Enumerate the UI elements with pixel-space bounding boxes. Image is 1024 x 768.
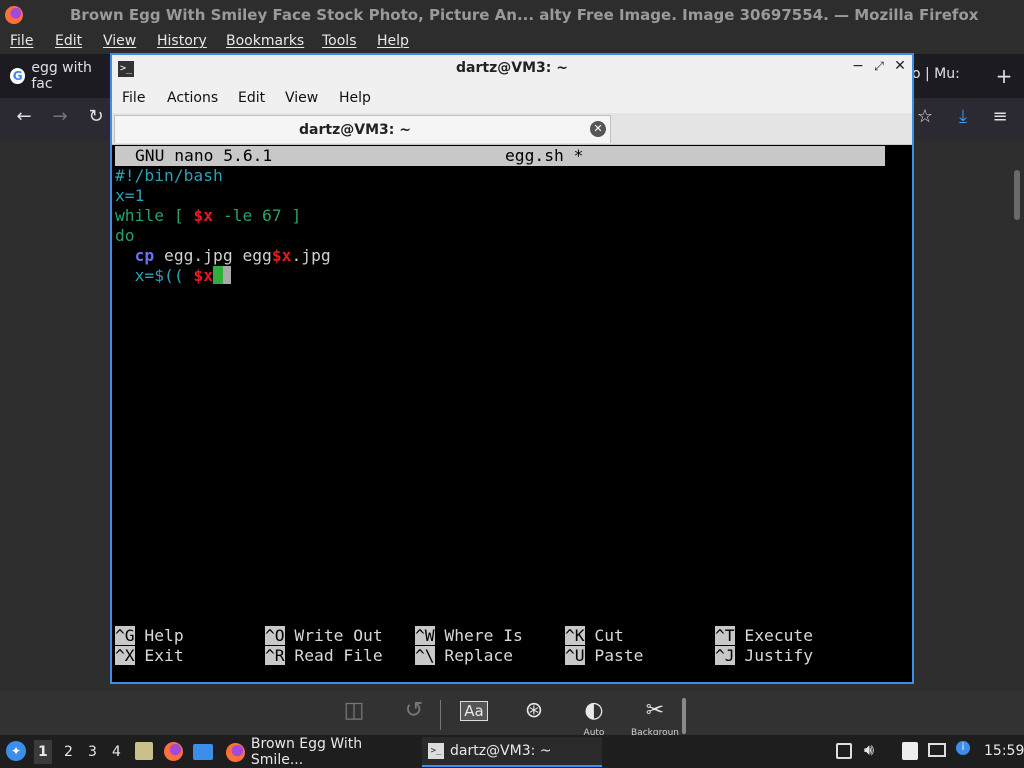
firefox-window-icon [226, 742, 245, 762]
firefox-window-title: Brown Egg With Smiley Face Stock Photo, … [70, 6, 979, 24]
code-line-1: #!/bin/bash [115, 166, 223, 185]
taskbar-terminal-window[interactable]: >_ dartz@VM3: ~ [422, 737, 602, 767]
ff-menu-edit[interactable]: Edit [55, 33, 82, 49]
workspace-2[interactable]: 2 [64, 744, 73, 760]
info-icon[interactable]: i [956, 741, 970, 755]
ff-menu-history[interactable]: History [157, 33, 207, 49]
firefox-tab-label: egg with fac [31, 60, 92, 92]
tab-close-icon[interactable]: ✕ [590, 121, 606, 137]
toolbar-handle[interactable] [682, 698, 686, 734]
workspace-1[interactable]: 1 [34, 740, 52, 764]
shortcut-write-out: ^O Write Out [265, 626, 383, 645]
shortcut-help: ^G Help [115, 626, 184, 645]
maximize-icon[interactable]: ⤢ [870, 59, 888, 74]
term-menu-file[interactable]: File [122, 90, 145, 106]
firefox-logo-icon [5, 6, 23, 24]
firefox-tab-other[interactable]: o | Mu: [912, 66, 960, 82]
terminal-tab[interactable]: dartz@VM3: ~ ✕ [114, 115, 611, 143]
volume-icon[interactable]: 🔊︎ [864, 740, 874, 760]
minimize-icon[interactable]: − [849, 58, 867, 74]
terminal-tab-strip: dartz@VM3: ~ ✕ [112, 113, 912, 145]
brightness-icon[interactable]: ◐ [574, 698, 614, 723]
terminal-title-bar[interactable]: >_ dartz@VM3: ~ − ⤢ ✕ [112, 55, 912, 83]
term-menu-help[interactable]: Help [339, 90, 371, 106]
code-line-5: cp egg.jpg egg$x.jpg [134, 246, 331, 265]
hamburger-menu-icon[interactable]: ≡ [988, 106, 1012, 127]
shortcut-justify: ^J Justify [715, 646, 814, 665]
term-menu-actions[interactable]: Actions [167, 90, 218, 106]
google-icon: G [10, 68, 26, 84]
cursor-shadow [223, 266, 232, 284]
compare-icon[interactable]: ◫ [334, 698, 374, 723]
nano-editor[interactable]: GNU nano 5.6.1 egg.sh * #!/bin/bash x=1 w… [112, 145, 912, 682]
firefox-menubar: File Edit View History Bookmarks Tools H… [0, 30, 1024, 54]
workspace-3[interactable]: 3 [88, 744, 97, 760]
terminal-menubar: File Actions Edit View Help [112, 83, 912, 113]
ff-menu-file[interactable]: File [10, 33, 33, 49]
text-cursor [213, 266, 224, 284]
image-toolbar [0, 690, 1024, 735]
code-line-6: x=$(( $x [115, 266, 232, 286]
terminal-window: >_ dartz@VM3: ~ − ⤢ ✕ File Actions Edit … [110, 53, 914, 684]
notes-icon[interactable] [902, 742, 918, 760]
reload-icon[interactable]: ↻ [84, 106, 108, 127]
taskbar-firefox-window[interactable]: Brown Egg With Smile... [222, 736, 418, 768]
code-line-4: do [115, 226, 135, 245]
shortcut-execute: ^T Execute [715, 626, 814, 645]
taskbar: ✦ 1 2 3 4 Brown Egg With Smile... >_ dar… [0, 735, 1024, 768]
nano-header: GNU nano 5.6.1 egg.sh * [115, 146, 885, 166]
network-icon[interactable] [928, 743, 946, 757]
shortcut-where-is: ^W Where Is [415, 626, 523, 645]
download-icon[interactable]: ⤓ [951, 106, 975, 127]
firefox-launcher-icon[interactable] [164, 742, 183, 761]
forward-icon[interactable]: → [48, 106, 72, 127]
ff-menu-help[interactable]: Help [377, 33, 409, 49]
taskbar-firefox-label: Brown Egg With Smile... [250, 736, 363, 768]
term-menu-edit[interactable]: Edit [238, 90, 265, 106]
shortcut-cut: ^K Cut [565, 626, 624, 645]
close-icon[interactable]: ✕ [891, 58, 909, 74]
terminal-tab-label: dartz@VM3: ~ [299, 122, 411, 138]
ff-menu-view[interactable]: View [103, 33, 136, 49]
code-line-3: while [ $x -le 67 ] [115, 206, 302, 225]
shortcut-read-file: ^R Read File [265, 646, 383, 665]
ff-menu-tools[interactable]: Tools [322, 33, 357, 49]
workspace-4[interactable]: 4 [112, 744, 121, 760]
shortcut-paste: ^U Paste [565, 646, 644, 665]
ff-menu-bookmarks[interactable]: Bookmarks [226, 33, 304, 49]
page-scrollbar[interactable] [1014, 170, 1020, 220]
text-icon[interactable]: Aa [454, 701, 494, 721]
start-menu-icon[interactable]: ✦ [6, 741, 26, 761]
desktop-icon[interactable] [193, 744, 213, 760]
new-tab-icon[interactable]: + [992, 64, 1016, 88]
terminal-window-icon: >_ [428, 743, 444, 759]
undo-icon[interactable]: ↺ [394, 698, 434, 723]
shortcut-replace: ^\ Replace [415, 646, 514, 665]
shortcut-exit: ^X Exit [115, 646, 184, 665]
bookmark-star-icon[interactable]: ☆ [913, 106, 937, 127]
scissors-icon[interactable]: ✂ [635, 698, 675, 723]
nano-filename: egg.sh * [505, 146, 584, 165]
firefox-title-bar: Brown Egg With Smiley Face Stock Photo, … [0, 0, 1024, 30]
back-icon[interactable]: ← [12, 106, 36, 127]
nano-version: GNU nano 5.6.1 [135, 146, 273, 165]
toolbar-divider [440, 700, 441, 730]
filter-icon[interactable]: ⊛ [514, 698, 554, 723]
code-line-2: x=1 [115, 186, 145, 205]
clipboard-icon[interactable] [836, 743, 852, 759]
clock: 15:59 [984, 743, 1024, 759]
firefox-tab-egg[interactable]: G egg with fac [4, 58, 114, 94]
terminal-title: dartz@VM3: ~ [456, 60, 568, 76]
term-menu-view[interactable]: View [285, 90, 318, 106]
taskbar-terminal-label: dartz@VM3: ~ [450, 743, 552, 759]
file-manager-icon[interactable] [135, 742, 153, 760]
